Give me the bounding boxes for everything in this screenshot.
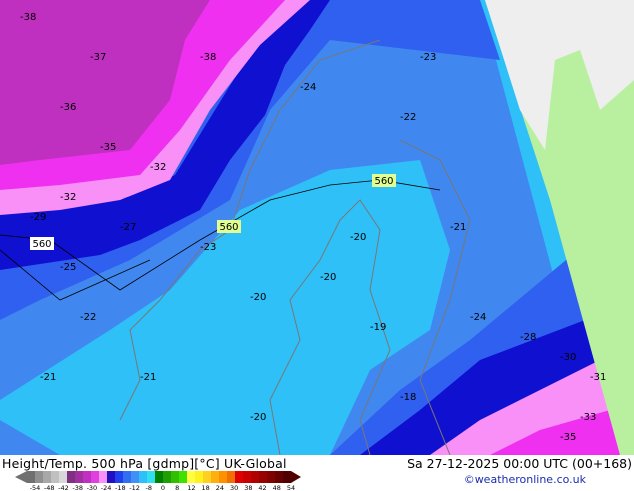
legend-swatch (67, 471, 75, 483)
temperature-label: -37 (90, 52, 106, 63)
temperature-label: -35 (560, 432, 576, 443)
legend-swatch (131, 471, 139, 483)
temperature-label: -38 (20, 12, 36, 23)
temperature-label: -28 (520, 332, 536, 343)
temperature-label: -30 (560, 352, 576, 363)
temperature-label: -32 (60, 192, 76, 203)
legend-swatch (235, 471, 243, 483)
legend-arrow-right (291, 471, 301, 483)
temperature-label: -27 (120, 222, 136, 233)
temperature-label: -38 (200, 52, 216, 63)
temperature-label: -35 (100, 142, 116, 153)
temperature-label: -22 (80, 312, 96, 323)
legend-swatch (275, 471, 283, 483)
legend-swatch (147, 471, 155, 483)
temperature-label: -21 (140, 372, 156, 383)
svg-text:560: 560 (219, 222, 238, 233)
temperature-label: -21 (40, 372, 56, 383)
legend-swatch (219, 471, 227, 483)
temperature-label: -36 (60, 102, 76, 113)
legend-swatch (99, 471, 107, 483)
temperature-label: -20 (250, 292, 266, 303)
legend-swatch (171, 471, 179, 483)
temperature-label: -33 (580, 412, 596, 423)
footer: Height/Temp. 500 hPa [gdmp][°C] UK-Globa… (0, 455, 634, 491)
legend-swatch (107, 471, 115, 483)
legend-swatch (283, 471, 291, 483)
legend-swatch (123, 471, 131, 483)
legend-swatch (59, 471, 67, 483)
legend-swatch (227, 471, 235, 483)
temperature-label: -23 (420, 52, 436, 63)
contour-label-560: 560 (30, 237, 54, 250)
legend-swatch (211, 471, 219, 483)
temperature-label: -18 (400, 392, 416, 403)
valid-time: Sa 27-12-2025 00:00 UTC (00+168) (407, 456, 632, 471)
legend-swatch (203, 471, 211, 483)
temperature-label: -22 (400, 112, 416, 123)
legend-swatch (75, 471, 83, 483)
legend-swatch (243, 471, 251, 483)
credit-link[interactable]: ©weatheronline.co.uk (464, 473, 586, 486)
legend-swatch (83, 471, 91, 483)
legend-swatch (155, 471, 163, 483)
svg-text:560: 560 (374, 176, 393, 187)
legend-swatch (259, 471, 267, 483)
temperature-label: -24 (300, 82, 316, 93)
temperature-label: -24 (470, 312, 486, 323)
legend-swatch (35, 471, 43, 483)
legend-swatch (251, 471, 259, 483)
legend-swatch (51, 471, 59, 483)
legend-swatch (179, 471, 187, 483)
temperature-label: -31 (590, 372, 606, 383)
temperature-label: -23 (200, 242, 216, 253)
weather-map: 560 560 560 -38 -37 -36 -35 -32 -32 -29 -27 -25 -… (0, 0, 634, 455)
temperature-label: -20 (250, 412, 266, 423)
temperature-label: -19 (370, 322, 386, 333)
temperature-label: -25 (60, 262, 76, 273)
legend-swatch (187, 471, 195, 483)
legend-arrow-left (15, 471, 27, 483)
temperature-label: -32 (150, 162, 166, 173)
legend-swatch (139, 471, 147, 483)
legend-swatch (27, 471, 35, 483)
map-title: Height/Temp. 500 hPa [gdmp][°C] UK-Globa… (2, 456, 287, 471)
temperature-label: -20 (350, 232, 366, 243)
legend-swatch (43, 471, 51, 483)
color-legend: -54 -48 -42 -38 -30 -24 -18 -12 -8 0 8 12 18 24 30 38 42… (15, 471, 301, 491)
temperature-label: -20 (320, 272, 336, 283)
legend-swatch (91, 471, 99, 483)
contour-label-560: 560 (372, 174, 396, 187)
legend-swatch (267, 471, 275, 483)
contour-label-560: 560 (217, 220, 241, 233)
temperature-label: -29 (30, 212, 46, 223)
svg-text:560: 560 (32, 239, 51, 250)
legend-swatch (195, 471, 203, 483)
legend-swatch (115, 471, 123, 483)
temperature-label: -21 (450, 222, 466, 233)
legend-swatch (163, 471, 171, 483)
